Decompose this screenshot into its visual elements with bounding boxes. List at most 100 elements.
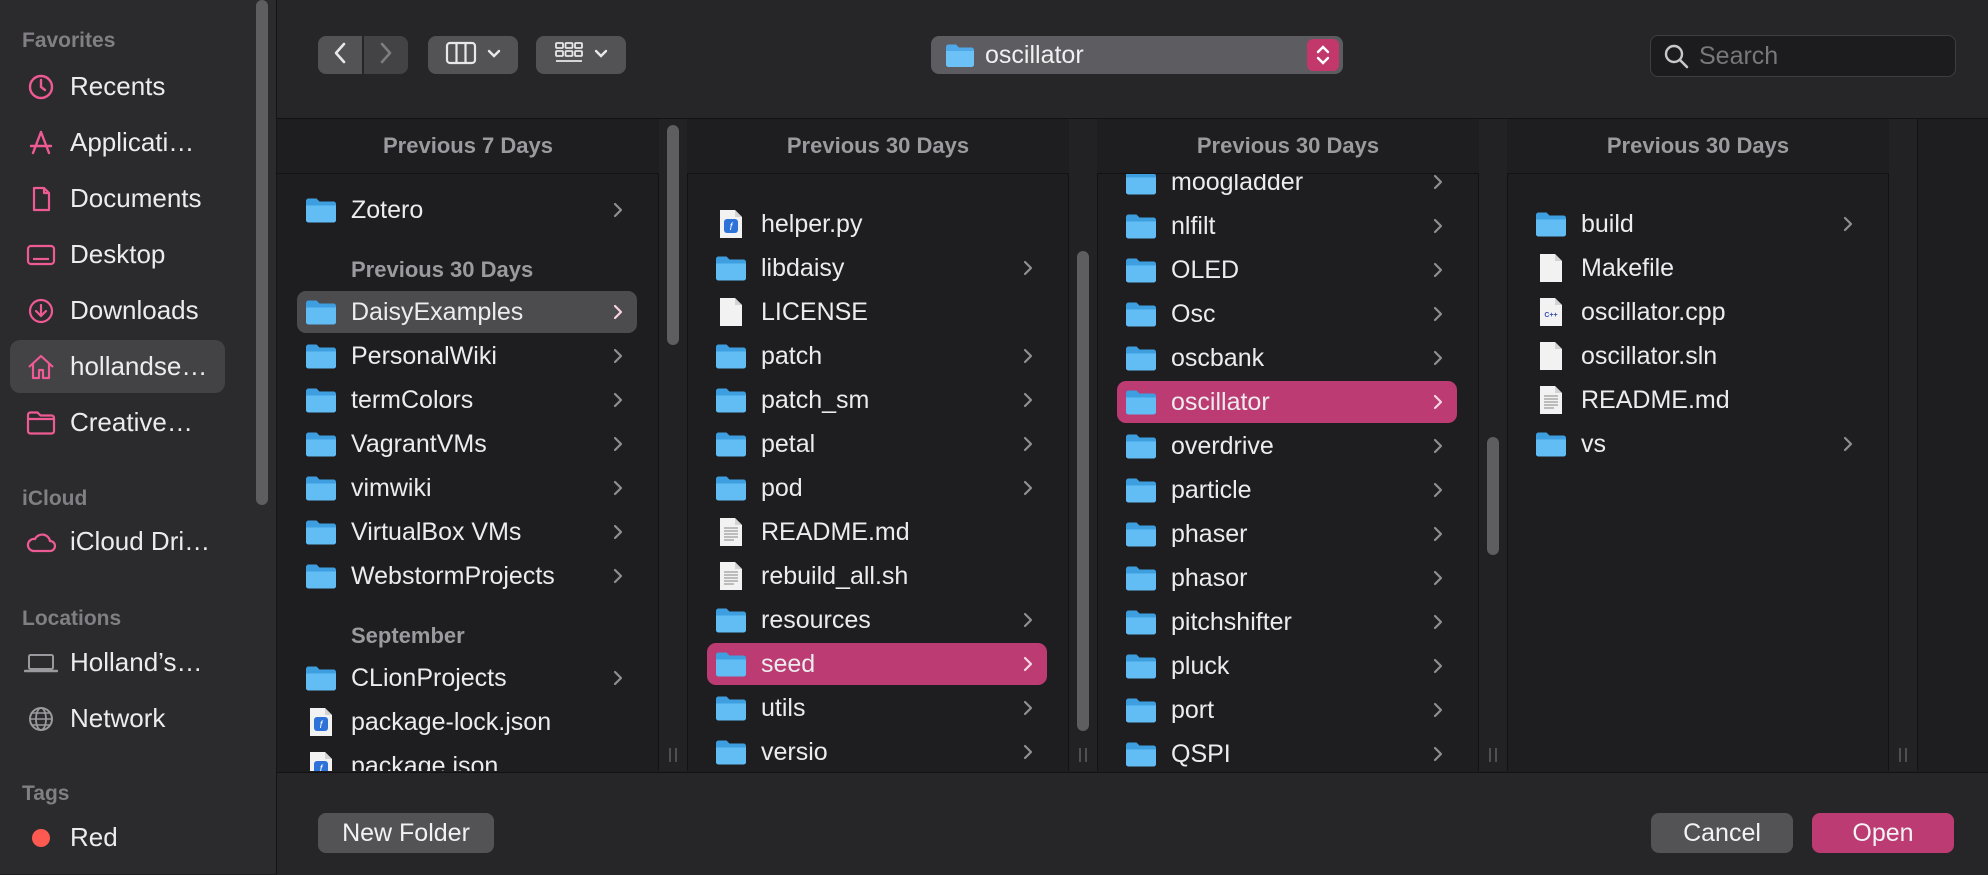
svg-text:C++: C++: [1544, 312, 1557, 319]
forward-button[interactable]: [364, 36, 408, 74]
sidebar-item-creative[interactable]: Creative…: [10, 396, 225, 449]
sidebar-scrollbar[interactable]: [256, 0, 268, 505]
file-row[interactable]: Makefile: [1527, 247, 1867, 289]
folder-row[interactable]: seed: [707, 643, 1047, 685]
file-row[interactable]: f package.json: [297, 745, 637, 771]
chevron-right-icon: [611, 567, 625, 585]
file-row[interactable]: f helper.py: [707, 203, 1047, 245]
folder-row[interactable]: patch: [707, 335, 1047, 377]
chevron-right-icon: [1021, 611, 1035, 629]
chevron-right-icon: [1431, 525, 1445, 543]
folder-row[interactable]: CLionProjects: [297, 657, 637, 699]
folder-row[interactable]: versio: [707, 731, 1047, 771]
row-label: Osc: [1171, 299, 1216, 328]
search-field[interactable]: [1650, 35, 1956, 77]
folder-row[interactable]: VagrantVMs: [297, 423, 637, 465]
scroll-thumb[interactable]: [667, 125, 679, 345]
column-resize-handle-icon[interactable]: [1488, 747, 1498, 763]
row-label: WebstormProjects: [351, 561, 555, 590]
column-resize-handle-icon[interactable]: [1898, 747, 1908, 763]
sidebar-item-applications[interactable]: Applicati…: [10, 116, 225, 169]
folder-row[interactable]: overdrive: [1117, 425, 1457, 467]
sidebar-item-documents[interactable]: Documents: [10, 172, 225, 225]
folder-row[interactable]: port: [1117, 689, 1457, 731]
column-scrollbar[interactable]: [1068, 119, 1097, 771]
sidebar-item-label: Desktop: [70, 239, 166, 269]
sidebar-item-icloud-drive[interactable]: iCloud Dri…: [10, 515, 225, 568]
scroll-thumb[interactable]: [1077, 251, 1089, 731]
folder-row[interactable]: libdaisy: [707, 247, 1047, 289]
folder-icon: [1125, 342, 1157, 374]
column-scrollbar[interactable]: [658, 119, 687, 771]
row-label: DaisyExamples: [351, 297, 524, 326]
column-scrollbar[interactable]: [1478, 119, 1507, 771]
folder-row[interactable]: phasor: [1117, 557, 1457, 599]
column-header: Previous 30 Days: [687, 119, 1069, 174]
scroll-thumb[interactable]: [1487, 437, 1499, 555]
sidebar-item-macbook[interactable]: Holland’s…: [10, 636, 225, 689]
folder-row[interactable]: vs: [1527, 423, 1867, 465]
folder-row[interactable]: particle: [1117, 469, 1457, 511]
sidebar-item-downloads[interactable]: Downloads: [10, 284, 225, 337]
chevron-right-icon: [1841, 435, 1855, 453]
folder-row[interactable]: pitchshifter: [1117, 601, 1457, 643]
file-row[interactable]: oscillator.sln: [1527, 335, 1867, 377]
folder-row[interactable]: Osc: [1117, 293, 1457, 335]
folder-row[interactable]: oscbank: [1117, 337, 1457, 379]
folder-row[interactable]: utils: [707, 687, 1047, 729]
chevron-right-icon: [1431, 569, 1445, 587]
back-button[interactable]: [318, 36, 362, 74]
chevron-right-icon: [1431, 701, 1445, 719]
file-row[interactable]: README.md: [1527, 379, 1867, 421]
folder-row[interactable]: pod: [707, 467, 1047, 509]
file-row[interactable]: C++ oscillator.cpp: [1527, 291, 1867, 333]
folder-row[interactable]: oscillator: [1117, 381, 1457, 423]
location-label: oscillator: [985, 40, 1084, 69]
folder-row[interactable]: Zotero: [297, 189, 637, 231]
folder-row[interactable]: PersonalWiki: [297, 335, 637, 377]
open-button[interactable]: Open: [1812, 813, 1954, 853]
column-resize-handle-icon[interactable]: [1078, 747, 1088, 763]
cancel-button[interactable]: Cancel: [1651, 813, 1793, 853]
group-button[interactable]: [536, 36, 626, 74]
location-popup[interactable]: oscillator: [931, 36, 1343, 74]
new-folder-button[interactable]: New Folder: [318, 813, 494, 853]
folder-row[interactable]: WebstormProjects: [297, 555, 637, 597]
folder-row[interactable]: build: [1527, 203, 1867, 245]
file-row[interactable]: f package-lock.json: [297, 701, 637, 743]
folder-row[interactable]: OLED: [1117, 249, 1457, 291]
chevron-right-icon: [611, 391, 625, 409]
folder-row[interactable]: DaisyExamples: [297, 291, 637, 333]
browser-column: Zotero Previous 30 Days DaisyExamples Perso…: [277, 119, 688, 771]
sidebar-item-desktop[interactable]: Desktop: [10, 228, 225, 281]
sidebar-item-recents[interactable]: Recents: [10, 60, 225, 113]
column-resize-handle-icon[interactable]: [668, 747, 678, 763]
sidebar-item-network[interactable]: Network: [10, 692, 225, 745]
folder-row[interactable]: pluck: [1117, 645, 1457, 687]
file-row[interactable]: README.md: [707, 511, 1047, 553]
row-label: oscillator.sln: [1581, 341, 1718, 370]
folder-icon: [715, 692, 747, 724]
folder-row[interactable]: QSPI: [1117, 733, 1457, 771]
text-file-icon: [1535, 384, 1567, 416]
row-label: pluck: [1171, 651, 1230, 680]
row-label: README.md: [1581, 385, 1730, 414]
applications-icon: [24, 126, 58, 160]
file-row[interactable]: rebuild_all.sh: [707, 555, 1047, 597]
file-row[interactable]: LICENSE: [707, 291, 1047, 333]
folder-row[interactable]: patch_sm: [707, 379, 1047, 421]
folder-row[interactable]: nlfilt: [1117, 205, 1457, 247]
sidebar-item-tag-red[interactable]: Red: [10, 811, 225, 864]
sidebar-item-home[interactable]: hollandse…: [10, 340, 225, 393]
view-mode-button[interactable]: [428, 36, 518, 74]
search-input[interactable]: [1697, 40, 1941, 72]
folder-row[interactable]: phaser: [1117, 513, 1457, 555]
file-icon: [1535, 252, 1567, 284]
folder-row[interactable]: petal: [707, 423, 1047, 465]
folder-row[interactable]: termColors: [297, 379, 637, 421]
folder-icon: [305, 516, 337, 548]
column-scrollbar[interactable]: [1888, 119, 1917, 771]
folder-row[interactable]: vimwiki: [297, 467, 637, 509]
folder-row[interactable]: VirtualBox VMs: [297, 511, 637, 553]
folder-row[interactable]: resources: [707, 599, 1047, 641]
